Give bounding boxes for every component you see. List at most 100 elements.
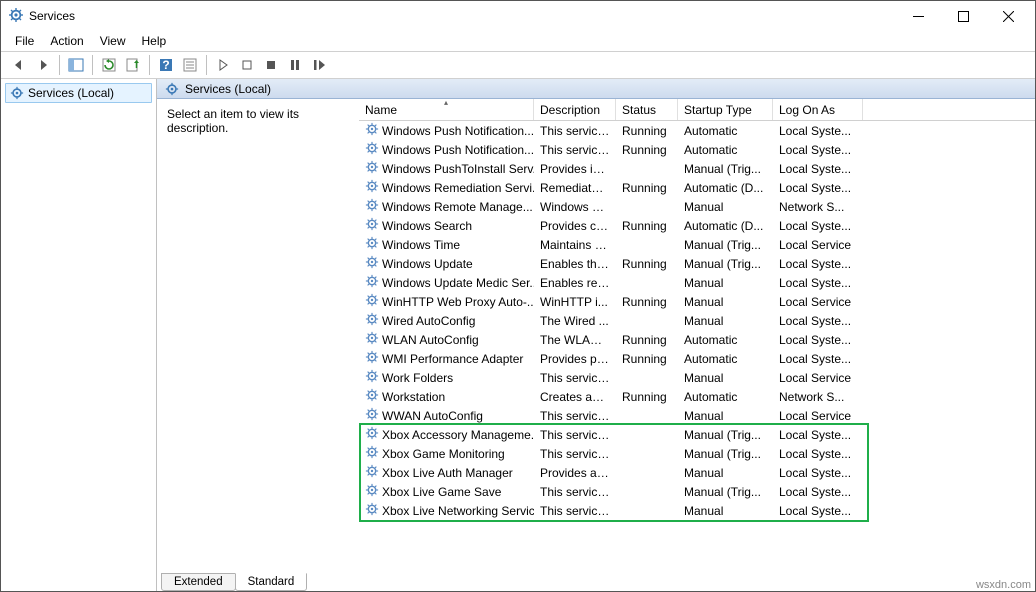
stop2-button[interactable] [259,54,283,76]
column-header-log-on-as[interactable]: Log On As [773,99,863,120]
service-gear-icon [365,217,379,234]
cell-name: Xbox Live Game Save [359,483,534,500]
table-row[interactable]: Wired AutoConfigThe Wired ...ManualLocal… [359,311,1035,330]
cell-description: This service ... [534,371,616,385]
stop-service-button[interactable] [235,54,259,76]
tree-item-services-local[interactable]: Services (Local) [5,83,152,103]
cell-name: Windows Update Medic Ser... [359,274,534,291]
separator [149,55,150,75]
table-row[interactable]: Xbox Accessory Manageme...This service .… [359,425,1035,444]
toolbar: ? [1,51,1035,79]
table-row[interactable]: Xbox Live Networking ServiceThis service… [359,501,1035,520]
table-row[interactable]: Xbox Live Auth ManagerProvides au...Manu… [359,463,1035,482]
menu-help[interactable]: Help [134,32,175,50]
help-button[interactable]: ? [154,54,178,76]
table-header: ▴NameDescription Status Startup Type Log On… [359,99,1035,121]
properties-button[interactable] [178,54,202,76]
table-row[interactable]: Windows UpdateEnables the ...RunningManu… [359,254,1035,273]
cell-name: Windows Remote Manage... [359,198,534,215]
table-row[interactable]: Windows Remediation Servi...Remediates .… [359,178,1035,197]
separator [92,55,93,75]
cell-name: Xbox Game Monitoring [359,445,534,462]
table-row[interactable]: WorkstationCreates and...RunningAutomati… [359,387,1035,406]
cell-logon: Local Service [773,295,863,309]
column-header-status[interactable]: Status [616,99,678,120]
cell-startup: Manual (Trig... [678,238,773,252]
table-row[interactable]: Windows Push Notification...This service… [359,121,1035,140]
menu-file[interactable]: File [7,32,42,50]
table-row[interactable]: Xbox Live Game SaveThis service ...Manua… [359,482,1035,501]
cell-name: Xbox Accessory Manageme... [359,426,534,443]
list-pane: ▴NameDescription Status Startup Type Log On… [359,99,1035,569]
cell-status: Running [616,352,678,366]
cell-startup: Manual (Trig... [678,162,773,176]
forward-button[interactable] [31,54,55,76]
column-label: Status [622,103,656,117]
menu-action[interactable]: Action [42,32,91,50]
table-row[interactable]: Windows TimeMaintains d...Manual (Trig..… [359,235,1035,254]
cell-name: Workstation [359,388,534,405]
tab-extended[interactable]: Extended [161,573,236,591]
minimize-button[interactable] [896,2,941,30]
cell-name-text: Work Folders [382,371,453,385]
restart-service-button[interactable] [307,54,331,76]
table-row[interactable]: WMI Performance AdapterProvides pe...Run… [359,349,1035,368]
description-pane: Select an item to view its description. [157,99,359,569]
service-gear-icon [365,483,379,500]
menubar: File Action View Help [1,31,1035,51]
cell-logon: Local Syste... [773,124,863,138]
back-button[interactable] [7,54,31,76]
titlebar: Services [1,1,1035,31]
tree-item-label: Services (Local) [28,86,114,100]
refresh-button[interactable] [97,54,121,76]
table-row[interactable]: Work FoldersThis service ...ManualLocal … [359,368,1035,387]
cell-description: Remediates ... [534,181,616,195]
cell-description: This service ... [534,485,616,499]
table-row[interactable]: Windows Update Medic Ser...Enables rem..… [359,273,1035,292]
cell-name-text: Wired AutoConfig [382,314,475,328]
cell-logon: Local Syste... [773,276,863,290]
table-row[interactable]: WLAN AutoConfigThe WLANS...RunningAutoma… [359,330,1035,349]
service-gear-icon [365,426,379,443]
maximize-button[interactable] [941,2,986,30]
cell-startup: Manual [678,314,773,328]
cell-logon: Local Syste... [773,181,863,195]
table-row[interactable]: WWAN AutoConfigThis service ...ManualLoc… [359,406,1035,425]
table-row[interactable]: Xbox Game MonitoringThis service ...Manu… [359,444,1035,463]
cell-logon: Local Syste... [773,314,863,328]
cell-startup: Automatic [678,143,773,157]
service-gear-icon [365,388,379,405]
table-row[interactable]: WinHTTP Web Proxy Auto-...WinHTTP i...Ru… [359,292,1035,311]
service-gear-icon [365,312,379,329]
cell-name-text: Windows Update Medic Ser... [382,276,534,290]
table-body[interactable]: Windows Push Notification... This service… [359,121,1035,569]
right-header-label: Services (Local) [185,82,271,96]
column-header-name[interactable]: ▴Name [359,99,534,120]
table-row[interactable]: Windows PushToInstall Serv...Provides in… [359,159,1035,178]
service-gear-icon [365,445,379,462]
gear-icon [165,82,179,96]
export-list-button[interactable] [121,54,145,76]
tab-standard[interactable]: Standard [235,573,308,591]
menu-view[interactable]: View [92,32,134,50]
pause-service-button[interactable] [283,54,307,76]
column-header-startup-type[interactable]: Startup Type [678,99,773,120]
cell-name-text: Workstation [382,390,445,404]
cell-description: Provides inf... [534,162,616,176]
cell-name: Xbox Live Auth Manager [359,464,534,481]
table-row[interactable]: Windows Remote Manage...Windows R...Manu… [359,197,1035,216]
table-row[interactable]: Windows Push Notification...This service… [359,140,1035,159]
cell-logon: Local Service [773,238,863,252]
table-row[interactable]: Windows SearchProvides co...RunningAutom… [359,216,1035,235]
bottom-tabs: Extended Standard [157,569,1035,591]
cell-description: Provides au... [534,466,616,480]
cell-startup: Manual [678,371,773,385]
close-button[interactable] [986,2,1031,30]
cell-startup: Manual [678,504,773,518]
show-hide-tree-button[interactable] [64,54,88,76]
cell-name: Windows Push Notification... [359,122,534,139]
column-label: Startup Type [684,103,752,117]
start-service-button[interactable] [211,54,235,76]
cell-status: Running [616,143,678,157]
column-header-description[interactable]: Description [534,99,616,120]
